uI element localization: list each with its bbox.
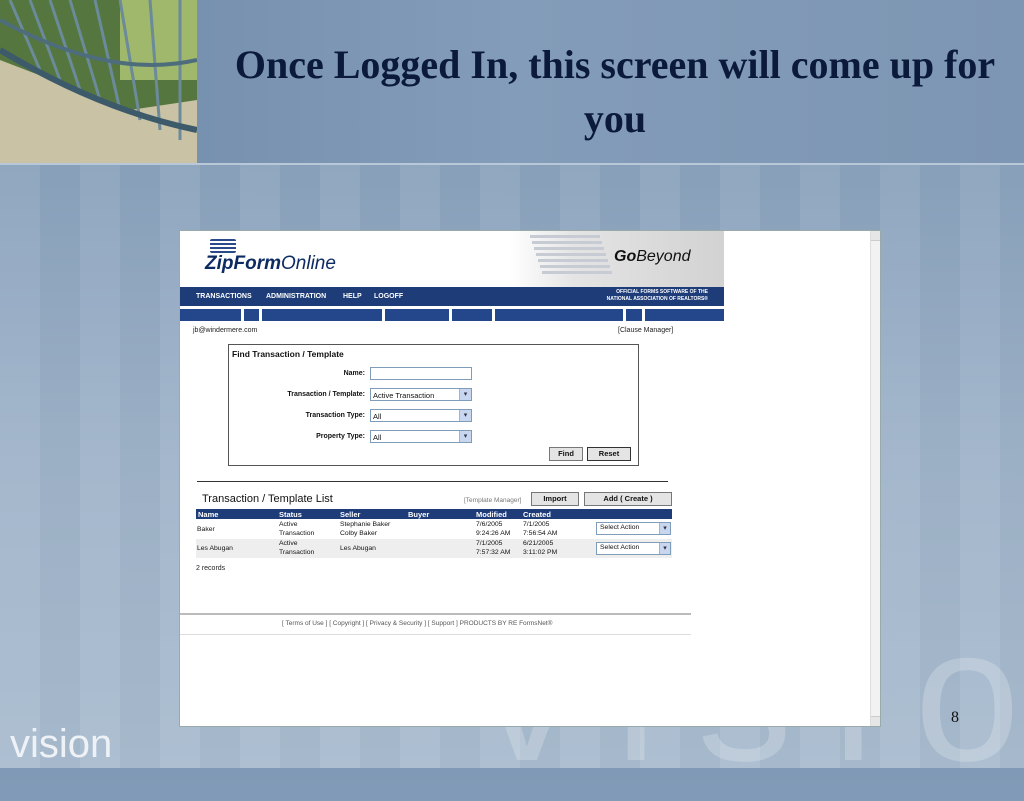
find-transaction-panel: Find Transaction / Template Name: Transa… [228, 344, 639, 466]
reset-button[interactable]: Reset [587, 447, 631, 461]
transaction-template-value: Active Transaction [373, 391, 435, 400]
row-modified-1: 7/1/2005 [476, 540, 503, 547]
property-type-value: All [373, 433, 382, 442]
import-button[interactable]: Import [531, 492, 579, 506]
add-create-button[interactable]: Add ( Create ) [584, 492, 672, 506]
official-line-2: NATIONAL ASSOCIATION OF REALTORS® [606, 296, 708, 302]
subnav-segment [645, 309, 724, 321]
row-seller-2: Colby Baker [340, 530, 378, 537]
footer-links[interactable]: [ Terms of Use ] [ Copyright ] [ Privacy… [282, 620, 552, 627]
chevron-down-icon[interactable]: ▾ [659, 523, 670, 534]
subnav-segment [244, 309, 259, 321]
row-seller-1: Stephanie Baker [340, 521, 391, 528]
tagline-go: Go [614, 248, 637, 265]
row-modified-1: 7/6/2005 [476, 521, 503, 528]
official-line-1: OFFICIAL FORMS SOFTWARE OF THE [616, 289, 708, 295]
nav-help[interactable]: HELP [343, 293, 362, 300]
property-type-select[interactable]: All ▾ [370, 430, 472, 443]
subnav-segment [626, 309, 642, 321]
col-created[interactable]: Created [523, 510, 551, 519]
name-input[interactable] [370, 367, 472, 380]
logo-sub-text: Online [281, 253, 336, 274]
col-modified[interactable]: Modified [476, 510, 507, 519]
brand-bar: ZipFormOnline GoBeyond [180, 231, 724, 287]
row-name[interactable]: Les Abugan [197, 544, 233, 553]
row-modified-2: 7:57:32 AM [476, 549, 511, 556]
slide-title: Once Logged In, this screen will come up… [234, 42, 996, 141]
top-nav: TRANSACTIONS ADMINISTRATION HELP LOGOFF … [180, 287, 724, 306]
record-count: 2 records [196, 565, 226, 572]
row-name[interactable]: Baker [197, 525, 215, 534]
col-buyer[interactable]: Buyer [408, 510, 429, 519]
row-created-1: 6/21/2005 [523, 540, 554, 547]
app-screenshot: ZipFormOnline GoBeyond TRANSACTIONS ADMI… [179, 230, 881, 727]
select-action-dropdown[interactable]: Select Action ▾ [596, 542, 671, 555]
chevron-down-icon[interactable]: ▾ [659, 543, 670, 554]
transaction-type-value: All [373, 412, 382, 421]
transaction-template-label: Transaction / Template: [287, 391, 365, 398]
page-number: 8 [951, 709, 959, 726]
subnav-segment [262, 309, 382, 321]
sub-nav-bar [180, 309, 724, 321]
gobeyond-tagline: GoBeyond [614, 248, 690, 266]
divider [197, 481, 668, 482]
row-status-2: Transaction [279, 530, 315, 537]
nav-transactions[interactable]: TRANSACTIONS [196, 293, 252, 300]
select-action-dropdown[interactable]: Select Action ▾ [596, 522, 671, 535]
template-manager-link[interactable]: [Template Manager] [464, 497, 521, 504]
table-row[interactable]: Les Abugan Active Transaction Les Abugan… [196, 539, 672, 558]
subnav-segment [452, 309, 492, 321]
row-seller-1: Les Abugan [340, 545, 376, 552]
tagline-beyond: Beyond [636, 248, 691, 265]
row-status-1: Active [279, 540, 298, 547]
subnav-segment [180, 309, 241, 321]
property-type-label: Property Type: [316, 433, 365, 440]
col-status[interactable]: Status [279, 510, 302, 519]
chevron-down-icon[interactable]: ▾ [459, 410, 471, 421]
row-created-2: 3:11:02 PM [523, 549, 558, 556]
select-action-value: Select Action [600, 524, 640, 531]
user-email: jb@windermere.com [193, 327, 258, 334]
select-action-value: Select Action [600, 544, 640, 551]
scrollbar[interactable] [870, 231, 880, 726]
row-created-2: 7:56:54 AM [523, 530, 558, 537]
footer-divider [180, 613, 691, 615]
subnav-segment [495, 309, 623, 321]
nav-logoff[interactable]: LOGOFF [374, 293, 403, 300]
scroll-down-icon[interactable] [871, 716, 880, 726]
chevron-down-icon[interactable]: ▾ [459, 389, 471, 400]
table-row[interactable]: Baker Active Transaction Stephanie Baker… [196, 520, 672, 539]
transaction-type-select[interactable]: All ▾ [370, 409, 472, 422]
col-seller[interactable]: Seller [340, 510, 360, 519]
row-status-2: Transaction [279, 549, 315, 556]
nav-administration[interactable]: ADMINISTRATION [266, 293, 326, 300]
transaction-list-title: Transaction / Template List [202, 493, 333, 505]
transaction-type-label: Transaction Type: [305, 412, 365, 419]
find-button[interactable]: Find [549, 447, 583, 461]
row-status-1: Active [279, 521, 298, 528]
footer-divider-bottom [180, 634, 691, 635]
row-created-1: 7/1/2005 [523, 521, 550, 528]
transaction-template-select[interactable]: Active Transaction ▾ [370, 388, 472, 401]
logo-main-text: ZipForm [205, 253, 281, 274]
subnav-segment [385, 309, 449, 321]
name-label: Name: [343, 370, 365, 377]
scroll-up-icon[interactable] [871, 231, 880, 241]
row-modified-2: 9:24:26 AM [476, 530, 511, 537]
clause-manager-link[interactable]: [Clause Manager] [618, 327, 673, 334]
table-header: Name Status Seller Buyer Modified Create… [196, 509, 672, 519]
bridge-photo [0, 0, 197, 163]
find-panel-title: Find Transaction / Template [232, 349, 344, 359]
chevron-down-icon[interactable]: ▾ [459, 431, 471, 442]
zipform-logo[interactable]: ZipFormOnline [205, 253, 336, 275]
vision-logo: vision [10, 722, 113, 766]
official-forms-note: OFFICIAL FORMS SOFTWARE OF THE NATIONAL … [607, 289, 708, 303]
col-name[interactable]: Name [198, 510, 218, 519]
zipform-logo-icon [210, 239, 236, 253]
